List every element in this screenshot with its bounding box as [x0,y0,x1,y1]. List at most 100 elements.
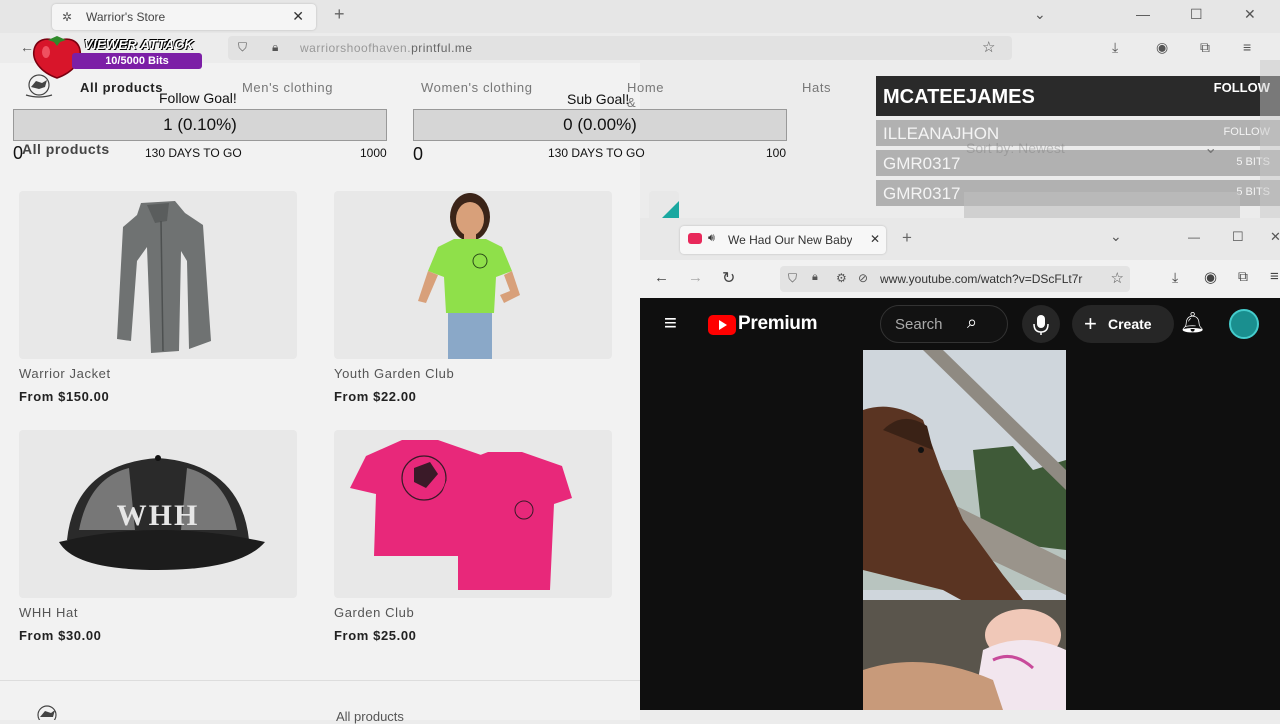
reload-icon[interactable]: ↻ [722,268,735,288]
product-image-garden-club[interactable] [334,430,612,598]
store-favicon-icon: ✲ [62,10,73,24]
youtube-navbar: ← → ↻ ⛉ 🔒︎ ⚙ ⊘ www.youtube.com/watch?v=D… [640,260,1280,298]
create-label: Create [1108,316,1152,332]
product-image-youth-garden-club[interactable] [334,191,612,359]
shield-icon[interactable]: ⛉ [238,40,247,55]
overlay-shadow-strip [964,192,1240,218]
activity-name: GMR0317 [883,154,961,173]
speaker-icon[interactable]: 🔊︎ [708,232,715,245]
store-browser-tabbar: ✲ Warrior's Store ✕ + ⌄ — ☐ ✕ [0,0,1280,33]
youtube-browser-window: 🔊︎ We Had Our New Baby! - Yo ✕ + ⌄ — ☐ ✕… [640,218,1280,710]
account-icon[interactable]: ◉ [1156,39,1168,56]
video-player[interactable] [863,350,1066,710]
product-name[interactable]: Garden Club [334,605,414,620]
search-placeholder: Search [895,316,943,333]
footer-logo-icon[interactable] [30,703,64,720]
sub-goal-bar: 0 (0.00%) [413,109,787,141]
store-scrollbar[interactable] [1260,60,1280,220]
downloads-icon[interactable]: ⤓ [1112,39,1118,56]
autoplay-blocked-icon[interactable]: ⊘ [858,271,868,285]
close-window-icon[interactable]: ✕ [1244,6,1256,23]
shield-icon[interactable]: ⛉ [788,271,797,286]
follow-goal-days: 130 DAYS TO GO [145,146,242,160]
youtube-logo-icon[interactable] [708,315,736,335]
lock-icon[interactable]: 🔒︎ [812,271,818,284]
follow-goal-max: 1000 [360,146,387,160]
address-bar[interactable]: ⛉ 🔒︎ warriorshoofhaven.printful.me ☆ [228,36,1012,60]
notifications-bell-icon[interactable]: 🔔︎ [1180,310,1205,335]
follow-goal-min: 0 [13,143,24,163]
activity-name: ILLEANAJHON [883,124,1000,143]
menu-icon[interactable]: ≡ [1270,268,1279,285]
voice-search-button[interactable] [1022,305,1060,343]
youtube-search-input[interactable]: Search ⌕ [880,305,1008,343]
create-button[interactable]: + Create [1072,305,1174,343]
product-name[interactable]: WHH Hat [19,605,78,620]
new-tab-icon[interactable]: + [902,228,912,248]
nav-mens-clothing[interactable]: Men's clothing [242,80,333,95]
product-name[interactable]: Youth Garden Club [334,366,454,381]
video-frame [863,350,1066,710]
page-title: All products [22,141,110,157]
footer-all-products-link[interactable]: All products [336,709,404,724]
viewer-attack-title: VIEWER ATTACK [84,37,194,52]
tab-list-chevron-icon[interactable]: ⌄ [1110,228,1122,245]
maximize-icon[interactable]: ☐ [1232,229,1244,245]
product-image-whh-hat[interactable]: WHH [19,430,297,598]
new-tab-icon[interactable]: + [334,4,345,25]
product-name[interactable]: Warrior Jacket [19,366,111,381]
hat-text: WHH [117,499,200,532]
follow-goal-title: Follow Goal! [159,90,237,106]
sub-goal-min: 0 [413,144,424,164]
lock-icon[interactable]: 🔒︎ [272,40,278,55]
follow-goal-bar: 1 (0.10%) [13,109,387,141]
youtube-brand-label[interactable]: Premium [738,313,818,335]
close-tab-icon[interactable]: ✕ [870,232,880,246]
hamburger-menu-icon[interactable]: ≡ [664,310,677,336]
youtube-tabbar: 🔊︎ We Had Our New Baby! - Yo ✕ + ⌄ — ☐ ✕ [640,218,1280,260]
youtube-favicon-icon [688,233,702,244]
activity-feed-row: GMR0317 5 BITS [876,150,1280,176]
store-tab[interactable]: ✲ Warrior's Store ✕ [52,4,316,30]
menu-icon[interactable]: ≡ [1243,39,1251,55]
product-price: From $22.00 [334,389,417,404]
nav-womens-clothing[interactable]: Women's clothing [421,80,533,95]
youtube-url-text: www.youtube.com/watch?v=DScFLt7r [880,272,1083,286]
nav-all-products[interactable]: All products [80,80,163,95]
store-page: All products Men's clothing Women's clot… [0,63,831,724]
sub-goal-title: Sub Goal! [567,91,630,107]
back-icon[interactable]: ← [654,269,669,286]
youtube-header: ≡ Premium Search ⌕ + Create 🔔︎ [640,298,1280,350]
youtube-tab[interactable]: 🔊︎ We Had Our New Baby! - Yo ✕ [680,226,886,254]
store-tab-title: Warrior's Store [86,10,166,24]
activity-feed-latest: MCATEEJAMES FOLLOW [876,76,1280,116]
tab-list-chevron-icon[interactable]: ⌄ [1034,6,1046,23]
account-icon[interactable]: ◉ [1204,268,1217,286]
minimize-icon[interactable]: — [1188,230,1200,244]
sub-goal-max: 100 [766,146,787,160]
product-price: From $150.00 [19,389,110,404]
sub-goal-value: 0 (0.00%) [563,115,637,134]
bookmark-star-icon[interactable]: ☆ [1111,269,1124,287]
microphone-icon [1033,315,1049,335]
permissions-icon[interactable]: ⚙ [836,271,847,285]
extensions-icon[interactable]: ⧉ [1200,39,1210,56]
url-text: warriorshoofhaven.printful.me [300,41,473,55]
avatar[interactable] [1229,309,1259,339]
forward-icon[interactable]: → [688,269,703,286]
activity-feed-row: ILLEANAJHON FOLLOW [876,120,1280,146]
sub-goal-days: 130 DAYS TO GO [548,146,645,160]
activity-name: MCATEEJAMES [883,86,1035,108]
maximize-icon[interactable]: ☐ [1190,6,1203,23]
search-icon[interactable]: ⌕ [967,312,977,333]
extensions-icon[interactable]: ⧉ [1238,268,1248,285]
close-tab-icon[interactable]: ✕ [292,8,304,25]
downloads-icon[interactable]: ⤓ [1172,269,1178,286]
nav-hats[interactable]: Hats [802,80,831,95]
close-window-icon[interactable]: ✕ [1270,229,1280,245]
youtube-address-bar[interactable]: ⛉ 🔒︎ ⚙ ⊘ www.youtube.com/watch?v=DScFLt7… [780,266,1130,292]
minimize-icon[interactable]: — [1136,6,1150,22]
product-image-jacket[interactable] [19,191,297,359]
youtube-tab-title: We Had Our New Baby! - Yo [728,233,852,247]
bookmark-star-icon[interactable]: ☆ [982,38,995,56]
